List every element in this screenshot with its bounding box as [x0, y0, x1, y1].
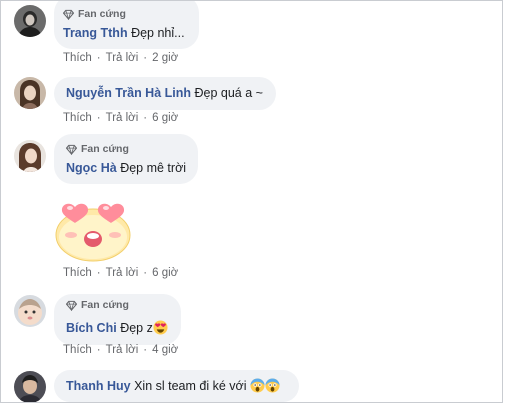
heart-eyes-emoji	[153, 320, 168, 335]
comment-text: Đẹp z	[120, 321, 153, 335]
comment-bubble: Fan cứng Bích Chi Đẹp z	[54, 294, 181, 345]
author-name[interactable]: Ngọc Hà	[66, 161, 117, 175]
comment-actions: Thích · Trả lời · 6 giờ	[63, 267, 179, 279]
screaming-face-icon	[265, 378, 280, 393]
screaming-face-emoji	[250, 378, 280, 393]
reply-link[interactable]: Trả lời	[106, 112, 139, 124]
screaming-face-icon	[250, 378, 265, 393]
fan-badge: Fan cứng	[66, 299, 169, 311]
badge-label: Fan cứng	[78, 8, 126, 20]
comment-actions: Thích · Trả lời · 6 giờ	[63, 112, 179, 124]
like-link[interactable]: Thích	[63, 52, 92, 64]
like-link[interactable]: Thích	[63, 344, 92, 356]
comment-text: Đẹp mê trời	[120, 161, 187, 175]
comment-bubble: Nguyễn Trần Hà Linh Đẹp quá a ~	[54, 77, 276, 110]
reply-link[interactable]: Trả lời	[106, 52, 139, 64]
fan-badge: Fan cứng	[63, 8, 187, 20]
like-link[interactable]: Thích	[63, 267, 92, 279]
like-link[interactable]: Thích	[63, 112, 92, 124]
author-name[interactable]: Bích Chi	[66, 321, 117, 335]
heart-eyes-sticker[interactable]	[53, 193, 133, 263]
diamond-icon	[66, 300, 77, 311]
avatar[interactable]	[14, 77, 46, 109]
comment-actions: Thích · Trả lời · 2 giờ	[63, 52, 179, 64]
reply-link[interactable]: Trả lời	[106, 344, 139, 356]
comment-text: Đẹp quá a ~	[194, 86, 263, 100]
author-name[interactable]: Nguyễn Trần Hà Linh	[66, 86, 191, 100]
avatar[interactable]	[14, 371, 46, 402]
badge-label: Fan cứng	[81, 299, 129, 311]
badge-label: Fan cứng	[81, 143, 129, 155]
comment-bubble: Thanh Huy Xin sl team đi ké với	[54, 370, 299, 402]
timestamp[interactable]: 4 giờ	[152, 344, 178, 356]
timestamp[interactable]: 6 giờ	[152, 267, 178, 279]
timestamp[interactable]: 6 giờ	[152, 112, 178, 124]
reply-link[interactable]: Trả lời	[106, 267, 139, 279]
avatar[interactable]	[14, 295, 46, 327]
diamond-icon	[63, 9, 74, 20]
fan-badge: Fan cứng	[66, 143, 186, 155]
diamond-icon	[66, 144, 77, 155]
avatar[interactable]	[14, 5, 46, 37]
comment-text: Đẹp nhỉ...	[131, 26, 185, 40]
comment-bubble: Fan cứng Ngọc Hà Đẹp mê trời	[54, 134, 198, 184]
comment-list: Fan cứng Trang Tthh Đẹp nhỉ... Thích · Trả…	[0, 0, 503, 403]
comment-actions: Thích · Trả lời · 4 giờ	[63, 344, 179, 356]
author-name[interactable]: Trang Tthh	[63, 26, 128, 40]
comment-text: Xin sl team đi ké với	[134, 379, 247, 393]
author-name[interactable]: Thanh Huy	[66, 379, 131, 393]
comment-bubble: Fan cứng Trang Tthh Đẹp nhỉ...	[54, 1, 199, 49]
timestamp[interactable]: 2 giờ	[152, 52, 178, 64]
avatar[interactable]	[14, 140, 46, 172]
